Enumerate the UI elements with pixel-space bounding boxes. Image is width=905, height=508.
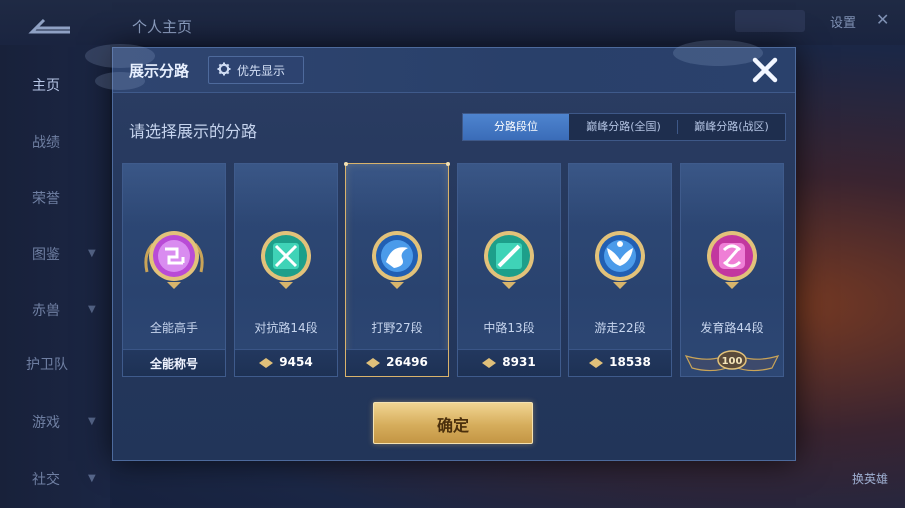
route-score-bar: 9454	[235, 349, 337, 376]
route-score-bar: 8931	[458, 349, 560, 376]
route-score: 26496	[346, 355, 448, 369]
route-card-allround[interactable]: 全能高手 全能称号	[122, 163, 226, 377]
chevron-down-icon: ▼	[88, 473, 96, 484]
route-name: 对抗路14段	[254, 321, 318, 335]
bottom-bar	[110, 460, 905, 508]
route-score: 18538	[569, 355, 671, 369]
dragon-icon	[372, 231, 422, 289]
route-score: 8931	[458, 355, 560, 369]
score-arrow-icon	[366, 357, 381, 368]
confirm-label: 确定	[436, 416, 469, 435]
score-arrow-icon	[589, 357, 604, 368]
score-arrow-icon	[259, 357, 274, 368]
allround-title-label: 全能称号	[149, 357, 198, 371]
bow-icon	[707, 231, 757, 289]
sidebar: 主页 战绩 荣誉 图鉴 ▼ 赤兽 ▼ 护卫队 游戏 ▼ 社交 ▼	[0, 45, 110, 508]
route-score-bar: 26496	[346, 349, 448, 376]
swirl-icon	[144, 231, 204, 289]
card-glow	[123, 164, 225, 224]
card-glow	[346, 164, 448, 224]
confirm-button[interactable]: 确定	[373, 402, 533, 444]
card-glow	[235, 164, 337, 224]
sidebar-item-home[interactable]: 主页	[32, 75, 60, 95]
change-hero-button[interactable]: 换英雄	[852, 470, 888, 487]
route-display-dialog: 展示分路 优先显示 请选择展示的分路 分路段位 巅峰分路(全国) 巅峰分路(战区…	[85, 40, 796, 461]
route-card-jungle[interactable]: 打野27段 26496	[344, 162, 450, 377]
sidebar-item-game[interactable]: 游戏	[32, 412, 60, 432]
top-bar: 个人主页 设置 ✕	[0, 0, 905, 45]
route-card-top-lane[interactable]: 对抗路14段 9454	[234, 163, 338, 377]
card-glow	[458, 164, 560, 224]
route-name: 全能高手	[149, 321, 198, 335]
route-card-roam[interactable]: 游走22段 18538	[568, 163, 672, 377]
card-glow	[569, 164, 671, 224]
route-card-bot-lane[interactable]: 发育路44段 100	[680, 163, 784, 377]
priority-display-label: 优先显示	[237, 64, 286, 78]
sidebar-item-guard[interactable]: 护卫队	[26, 354, 68, 374]
sidebar-item-beast[interactable]: 赤兽	[32, 300, 60, 320]
sidebar-item-record[interactable]: 战绩	[32, 132, 60, 152]
route-title-bar: 全能称号	[123, 349, 225, 376]
tab-peak-national[interactable]: 巅峰分路(全国)	[570, 114, 677, 140]
chevron-down-icon: ▼	[88, 304, 96, 315]
tab-bar: 分路段位 巅峰分路(全国) 巅峰分路(战区)	[462, 113, 786, 141]
sidebar-item-collection[interactable]: 图鉴	[32, 244, 60, 264]
selection-corner	[446, 162, 450, 166]
priority-display-button[interactable]: 优先显示	[208, 56, 304, 84]
score-value: 9454	[279, 355, 313, 369]
tab-peak-region[interactable]: 巅峰分路(战区)	[678, 114, 785, 140]
dialog-title: 展示分路	[129, 62, 190, 80]
score-value: 8931	[502, 355, 536, 369]
route-name: 发育路44段	[700, 321, 764, 335]
rank-badge-label: 100	[722, 356, 743, 367]
score-arrow-icon	[482, 357, 497, 368]
sidebar-item-honor[interactable]: 荣誉	[32, 188, 60, 208]
route-name: 游走22段	[594, 321, 646, 335]
selection-corner	[344, 162, 348, 166]
dialog-subtitle: 请选择展示的分路	[129, 122, 258, 141]
chevron-down-icon: ▼	[88, 248, 96, 259]
card-glow	[681, 164, 783, 224]
route-score: 9454	[235, 355, 337, 369]
dialog-header: 展示分路 优先显示	[85, 40, 795, 93]
close-icon[interactable]: ✕	[876, 10, 889, 29]
tab-route-rank[interactable]: 分路段位	[463, 114, 569, 140]
route-name: 中路13段	[483, 321, 535, 335]
sidebar-item-social[interactable]: 社交	[32, 469, 60, 489]
rank-badge: 100	[684, 350, 780, 372]
chevron-down-icon: ▼	[88, 416, 96, 427]
route-name: 打野27段	[371, 321, 423, 335]
back-arrow-icon[interactable]	[26, 14, 72, 36]
close-icon[interactable]	[749, 54, 781, 86]
route-card-mid-lane[interactable]: 中路13段 8931	[457, 163, 561, 377]
page-title: 个人主页	[132, 18, 193, 36]
score-value: 26496	[386, 355, 428, 369]
settings-button[interactable]: 设置	[830, 12, 856, 31]
resource-chip	[735, 10, 805, 32]
crossed-swords-icon	[261, 231, 311, 289]
wings-icon	[595, 231, 645, 289]
route-score-bar: 18538	[569, 349, 671, 376]
slash-icon	[484, 231, 534, 289]
score-value: 18538	[609, 355, 651, 369]
gear-icon	[217, 62, 231, 76]
